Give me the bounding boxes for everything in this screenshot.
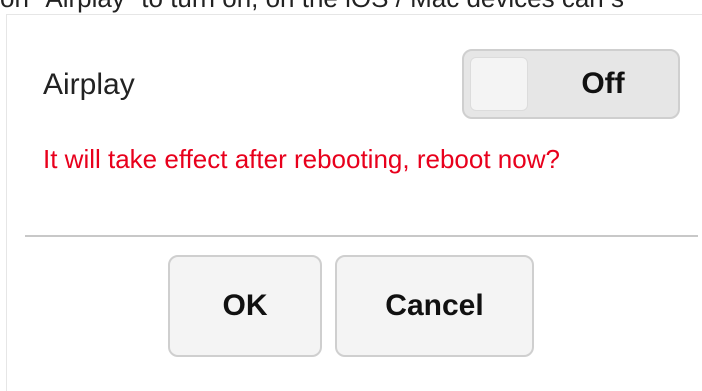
page: on "Airplay" to turn on, on the iOS / Ma… <box>0 0 702 391</box>
divider <box>25 235 698 237</box>
airplay-label: Airplay <box>43 68 135 101</box>
airplay-setting-row: Airplay Off <box>7 15 702 135</box>
background-caption-text: on "Airplay" to turn on, on the iOS / Ma… <box>0 0 702 13</box>
cancel-button[interactable]: Cancel <box>335 255 534 357</box>
reboot-dialog: Airplay Off It will take effect after re… <box>6 14 702 391</box>
toggle-state-label: Off <box>581 67 625 100</box>
toggle-knob[interactable] <box>470 57 528 111</box>
ok-button[interactable]: OK <box>168 255 322 357</box>
reboot-warning-message: It will take effect after rebooting, reb… <box>43 144 560 174</box>
airplay-toggle[interactable]: Off <box>462 49 680 119</box>
